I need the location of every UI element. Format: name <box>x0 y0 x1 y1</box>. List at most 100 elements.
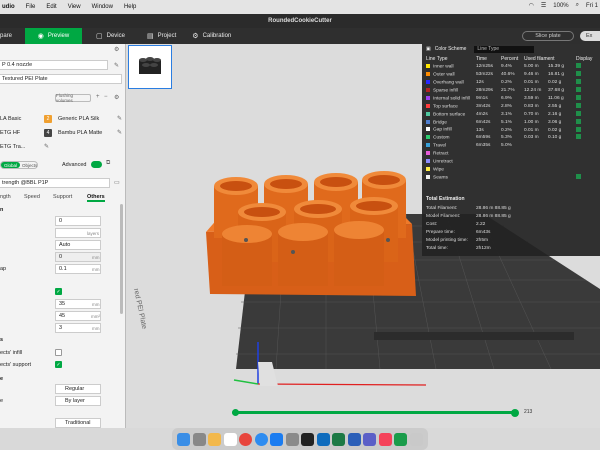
brim-width-input[interactable]: 0 mm <box>55 252 101 262</box>
tab-others[interactable]: Others <box>87 194 105 202</box>
flush-support-checkbox[interactable]: ✓ <box>55 361 62 368</box>
legend-display-checkbox[interactable] <box>576 79 581 85</box>
skirt-height-input[interactable]: layers <box>55 228 101 238</box>
flush-infill-checkbox[interactable] <box>55 349 62 356</box>
legend-display-cell <box>575 126 595 134</box>
app-store-icon[interactable] <box>270 432 284 446</box>
filament-4-name[interactable]: Bambu PLA Matte <box>58 130 102 136</box>
color-scheme-select[interactable]: Line Type <box>474 45 535 53</box>
edit-filament-icon[interactable]: ✎ <box>44 143 49 150</box>
prime-brim-input[interactable]: 3 mm <box>55 323 101 333</box>
finder-icon[interactable] <box>177 432 191 446</box>
print-sequence-select[interactable]: By layer <box>55 396 101 406</box>
teams-icon[interactable] <box>363 432 377 446</box>
tab-preview[interactable]: ◉ Preview <box>25 28 82 44</box>
slice-plate-button[interactable]: Slice plate <box>522 31 574 41</box>
music-icon[interactable] <box>378 432 392 446</box>
plate-type-select[interactable]: Textured PEI Plate <box>0 74 122 84</box>
brim-gap-input[interactable]: 0.1 mm <box>55 264 101 274</box>
process-preset-select[interactable]: trength @BBL P1P <box>0 178 110 188</box>
plate-thumbnail[interactable] <box>128 45 172 89</box>
tab-project[interactable]: ▤ Project <box>139 28 184 44</box>
settings-icon[interactable] <box>285 432 299 446</box>
filament-3-name[interactable]: ETG HF <box>0 130 20 136</box>
outlook-icon[interactable] <box>316 432 330 446</box>
layer-slider-track[interactable] <box>232 411 518 414</box>
legend-display-checkbox[interactable] <box>576 87 581 93</box>
tab-calibration[interactable]: ⚙ Calibration <box>184 28 239 44</box>
legend-weight: 15.39 g <box>548 64 565 70</box>
slicing-mode-select[interactable]: Regular <box>55 384 101 394</box>
legend-display-checkbox[interactable] <box>576 126 581 132</box>
remove-filament-icon[interactable]: − <box>104 94 108 100</box>
layer-slider-start-handle[interactable] <box>232 409 239 416</box>
legend-display-checkbox[interactable] <box>576 71 581 77</box>
add-filament-icon[interactable]: + <box>96 94 100 100</box>
skirt-loops-input[interactable]: 0 <box>55 216 101 226</box>
mode-objects[interactable]: Objects <box>20 162 39 168</box>
tab-speed[interactable]: Speed <box>24 194 40 200</box>
tab-support[interactable]: Support <box>53 194 72 200</box>
legend-display-checkbox[interactable] <box>576 110 581 116</box>
tab-prepare[interactable]: pare <box>0 28 25 44</box>
menu-window[interactable]: Window <box>92 4 113 10</box>
word-icon[interactable] <box>347 432 361 446</box>
chrome-icon[interactable] <box>239 432 253 446</box>
legend-display-checkbox[interactable] <box>576 173 581 179</box>
calendar-icon[interactable] <box>223 432 237 446</box>
export-button[interactable]: Ex <box>580 31 600 41</box>
terminal-icon[interactable] <box>301 432 315 446</box>
menu-file[interactable]: File <box>26 4 36 10</box>
menu-view[interactable]: View <box>68 4 81 10</box>
clock[interactable]: Fri 1 <box>586 3 598 9</box>
filament-4-badge[interactable]: 4 <box>44 129 52 137</box>
advanced-toggle[interactable] <box>91 161 102 168</box>
tab-strength[interactable]: ngth <box>0 194 11 200</box>
launchpad-icon[interactable] <box>192 432 206 446</box>
photos-icon[interactable] <box>208 432 222 446</box>
legend-display-checkbox[interactable] <box>576 134 581 140</box>
battery-percent[interactable]: 100% <box>553 3 568 9</box>
brim-type-select[interactable]: Auto <box>55 240 101 250</box>
filament-1-name[interactable]: LA Basic <box>0 116 21 122</box>
mode-global[interactable]: Global <box>1 162 21 168</box>
edit-printer-icon[interactable]: ✎ <box>114 62 119 69</box>
trash-icon[interactable] <box>409 432 423 446</box>
color-scheme-label: Color Scheme <box>434 46 467 52</box>
filament-5-name[interactable]: ETG Tra... <box>0 144 25 150</box>
menu-edit[interactable]: Edit <box>46 4 56 10</box>
safari-icon[interactable] <box>254 432 268 446</box>
legend-display-checkbox[interactable] <box>576 102 581 108</box>
sidebar-scrollbar[interactable] <box>120 204 123 314</box>
printer-select[interactable]: P 0.4 nozzle <box>0 60 108 70</box>
flushing-volumes-button[interactable]: Flushing volumes <box>55 93 91 103</box>
ooze-prevention-checkbox[interactable]: ✓ <box>55 288 62 295</box>
global-objects-toggle[interactable]: Global Objects <box>0 161 38 169</box>
prime-tower-width-input[interactable]: 35 mm <box>55 299 101 309</box>
timelapse-select[interactable]: Traditional <box>55 418 101 428</box>
wifi-icon[interactable]: ◠ <box>529 2 534 9</box>
filament-settings-icon[interactable]: ⚙ <box>114 94 119 101</box>
prime-volume-input[interactable]: 45 mm² <box>55 311 101 321</box>
excel-icon[interactable] <box>332 432 346 446</box>
layer-slider-end-handle[interactable] <box>511 409 519 417</box>
legend-display-checkbox[interactable] <box>576 63 581 69</box>
control-icon[interactable]: ☰ <box>541 2 546 9</box>
edit-filament-icon[interactable]: ✎ <box>117 129 122 136</box>
save-preset-icon[interactable]: ▭ <box>114 179 120 186</box>
legend-percent: 3.1% <box>501 111 512 117</box>
legend-display-checkbox[interactable] <box>576 95 581 100</box>
bambu-studio-icon[interactable] <box>394 432 408 446</box>
legend-percent: 6.9% <box>501 96 512 101</box>
tab-device[interactable]: ▢ Device <box>88 28 133 44</box>
menu-app-name[interactable]: udio <box>2 4 15 10</box>
search-icon[interactable]: ⌕ <box>576 2 579 9</box>
legend-display-checkbox[interactable] <box>576 118 581 124</box>
filament-2-name[interactable]: Generic PLA Silk <box>58 116 99 122</box>
legend-expand-icon[interactable]: ▣ <box>426 46 431 52</box>
filament-2-badge[interactable]: 2 <box>44 115 52 123</box>
settings-icon[interactable]: ⚙ <box>114 46 119 53</box>
menu-help[interactable]: Help <box>124 4 136 10</box>
edit-filament-icon[interactable]: ✎ <box>117 115 122 122</box>
compare-icon[interactable]: ⧉ <box>106 160 110 167</box>
